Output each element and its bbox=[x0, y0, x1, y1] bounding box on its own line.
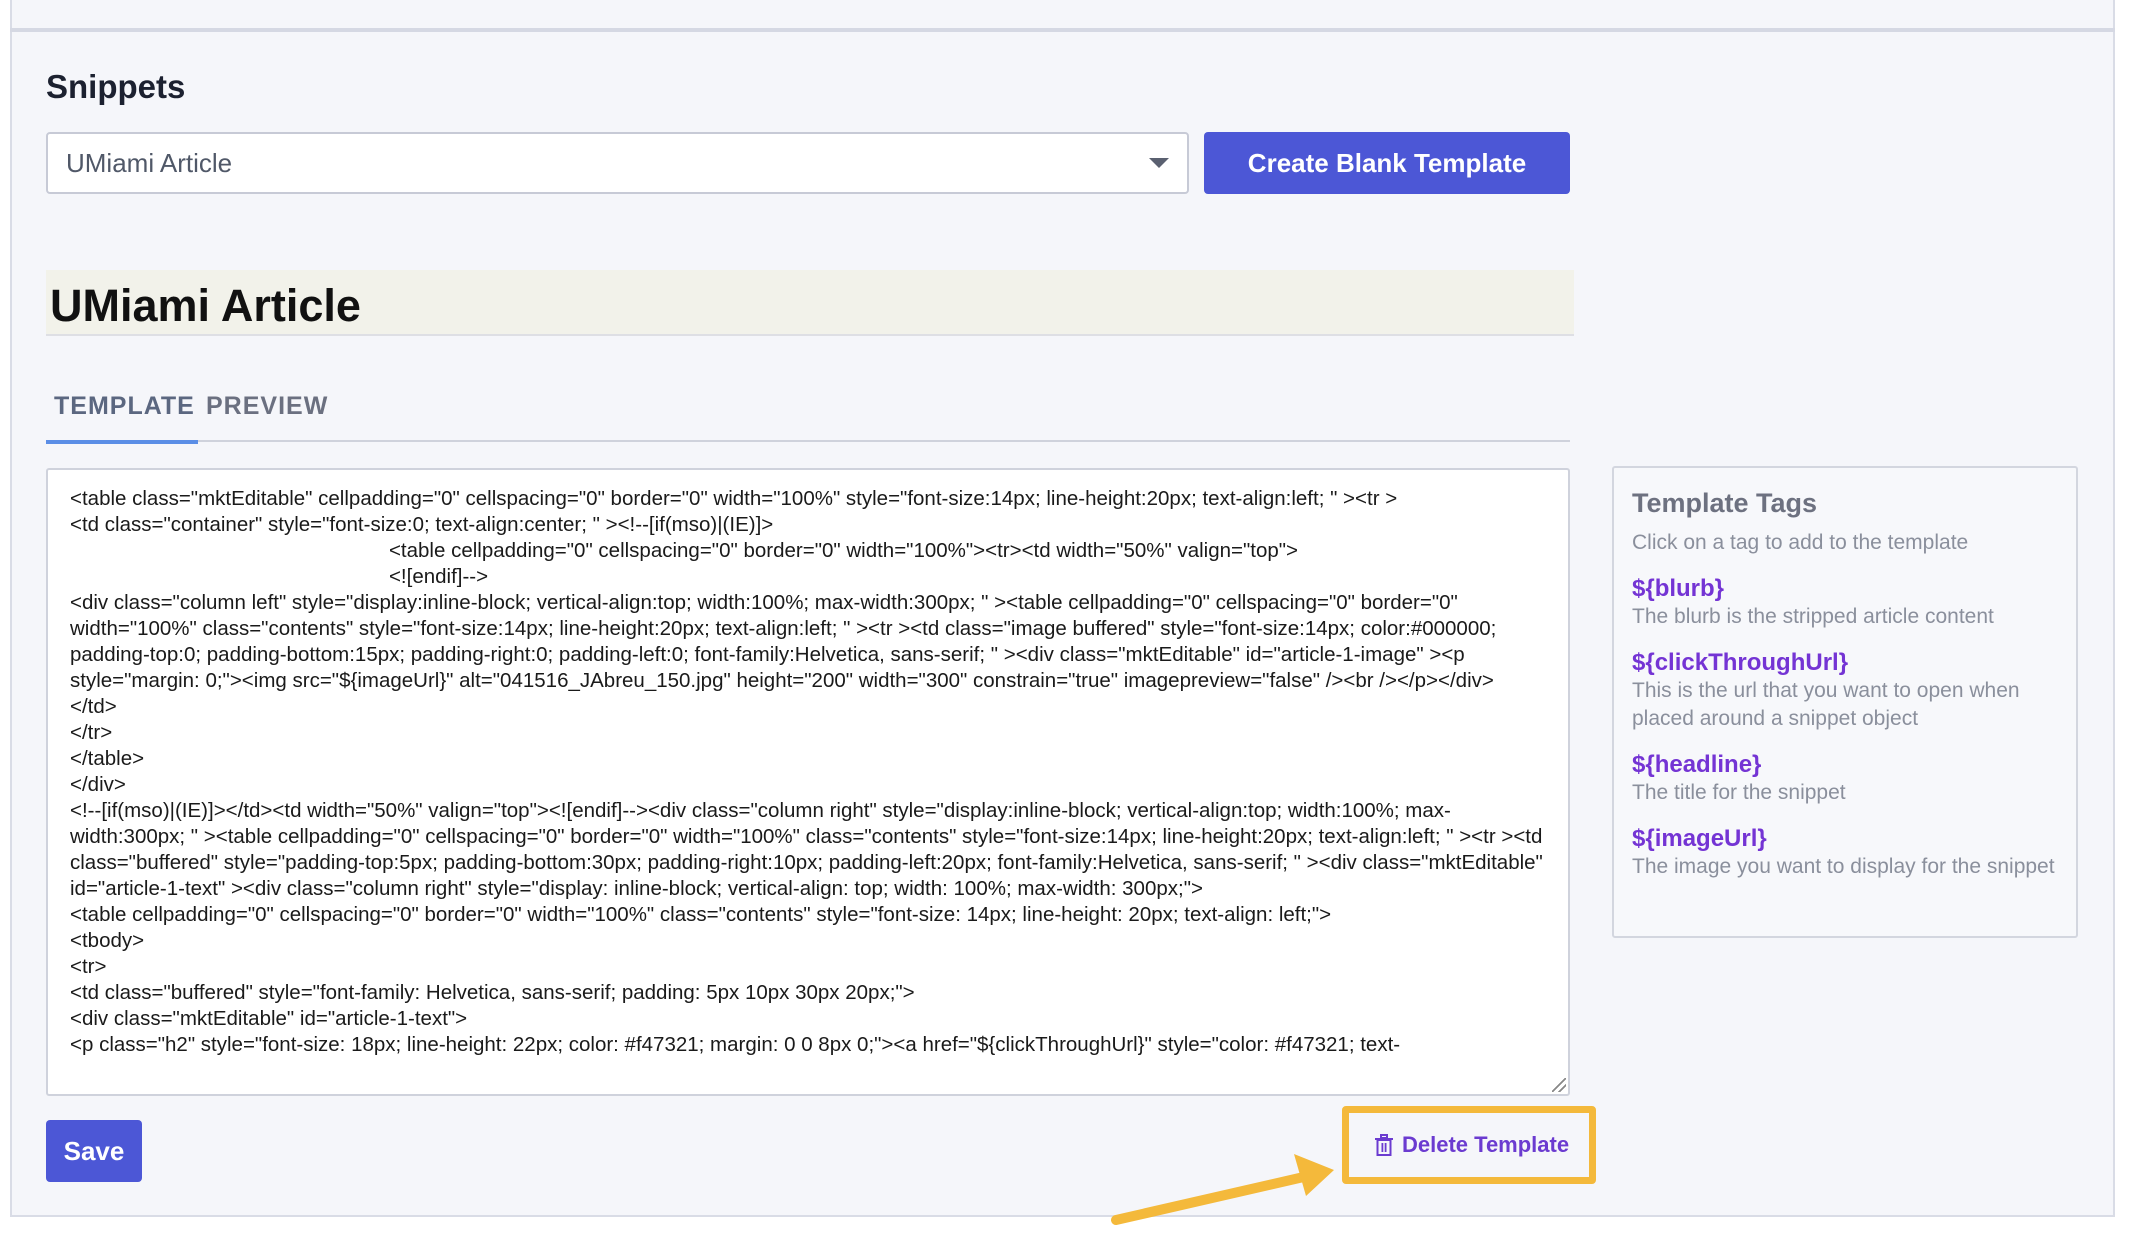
template-code-text[interactable]: <table class="mktEditable" cellpadding="… bbox=[48, 470, 1568, 1058]
template-tabs: TEMPLATE PREVIEW bbox=[46, 384, 1570, 444]
tab-template[interactable]: TEMPLATE bbox=[46, 392, 198, 444]
chevron-down-icon bbox=[1149, 158, 1169, 168]
tag-imageurl-link[interactable]: ${imageUrl} bbox=[1632, 825, 2058, 853]
template-title: UMiami Article bbox=[50, 280, 361, 331]
snippet-select[interactable]: UMiami Article bbox=[46, 132, 1189, 194]
template-tags-title: Template Tags bbox=[1632, 488, 1818, 518]
resize-handle-icon[interactable] bbox=[1552, 1078, 1566, 1092]
create-blank-template-button[interactable]: Create Blank Template bbox=[1204, 132, 1570, 194]
tab-preview[interactable]: PREVIEW bbox=[206, 392, 330, 440]
template-tags-subtitle: Click on a tag to add to the template bbox=[1632, 531, 1969, 554]
tag-headline-description: The title for the snippet bbox=[1632, 781, 1846, 804]
tag-item-blurb: ${blurb} The blurb is the stripped artic… bbox=[1632, 575, 2058, 631]
tag-blurb-description: The blurb is the stripped article conten… bbox=[1632, 605, 1994, 628]
tag-headline-link[interactable]: ${headline} bbox=[1632, 751, 2058, 779]
snippet-select-value: UMiami Article bbox=[66, 147, 233, 178]
tag-item-headline: ${headline} The title for the snippet bbox=[1632, 751, 2058, 807]
save-button[interactable]: Save bbox=[46, 1120, 142, 1182]
tag-imageurl-description: The image you want to display for the sn… bbox=[1632, 855, 2055, 878]
callout-arrow-icon bbox=[1111, 1154, 1334, 1225]
tag-clickthroughurl-description: This is the url that you want to open wh… bbox=[1632, 679, 2020, 730]
template-title-bar: UMiami Article bbox=[46, 270, 1574, 336]
trash-icon bbox=[1375, 1134, 1393, 1156]
tag-clickthroughurl-link[interactable]: ${clickThroughUrl} bbox=[1632, 649, 2058, 677]
delete-template-label: Delete Template bbox=[1402, 1132, 1570, 1157]
template-tags-panel: Template Tags Click on a tag to add to t… bbox=[1612, 466, 2078, 938]
tag-item-imageurl: ${imageUrl} The image you want to displa… bbox=[1632, 825, 2058, 881]
snippets-heading: Snippets bbox=[46, 68, 186, 105]
delete-template-button[interactable]: Delete Template bbox=[1356, 1118, 1584, 1172]
tag-item-clickthroughurl: ${clickThroughUrl} This is the url that … bbox=[1632, 649, 2058, 733]
tag-blurb-link[interactable]: ${blurb} bbox=[1632, 575, 2058, 603]
template-code-editor[interactable]: <table class="mktEditable" cellpadding="… bbox=[46, 468, 1570, 1096]
top-divider bbox=[10, 28, 2115, 32]
